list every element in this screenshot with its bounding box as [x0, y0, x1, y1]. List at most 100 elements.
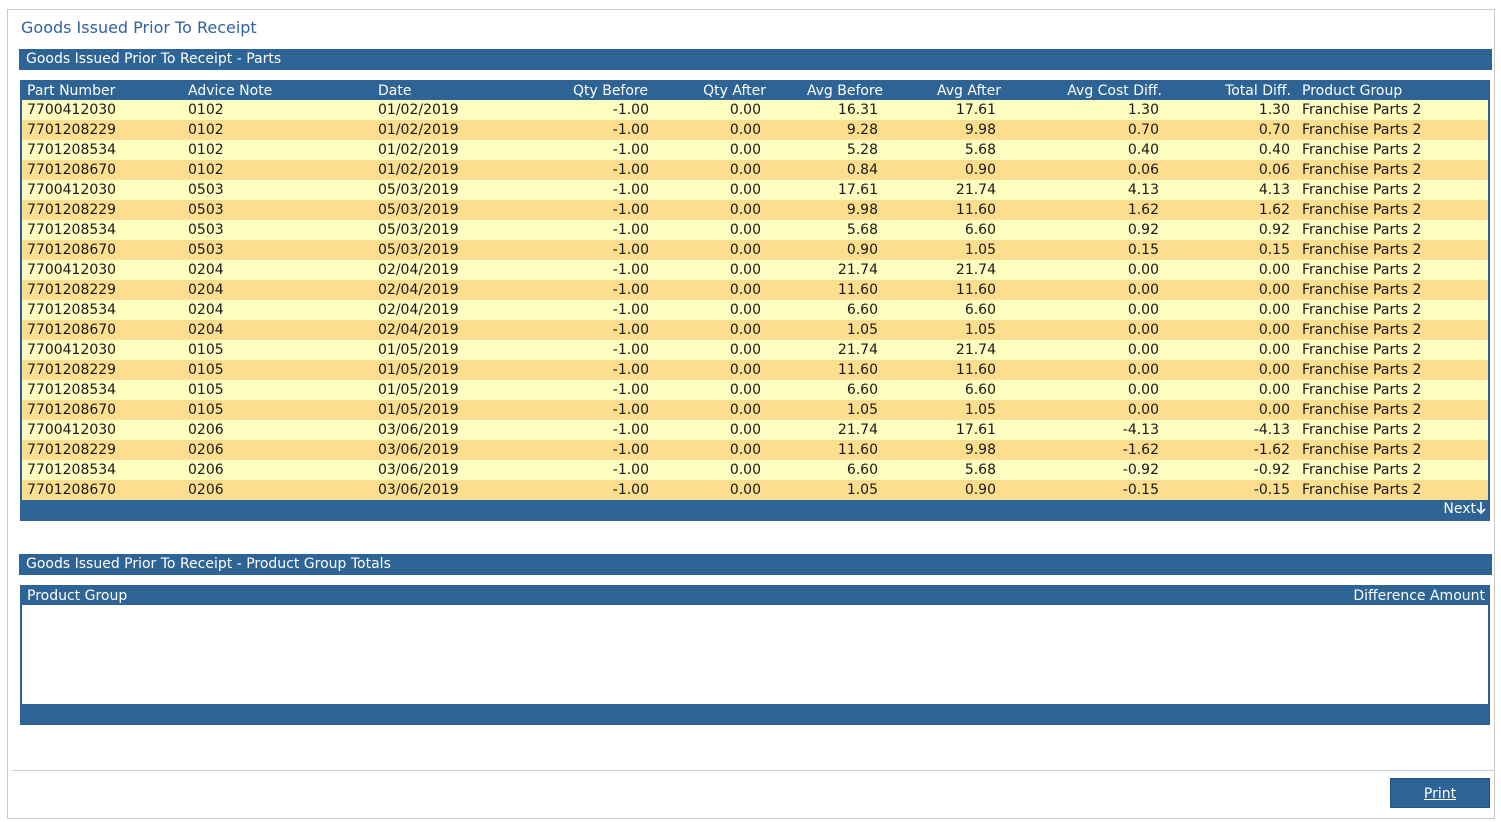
cell-date: 01/05/2019 [378, 382, 459, 398]
cell-total-diff: 1.30 [1258, 102, 1290, 118]
cell-avg-after: 11.60 [955, 362, 996, 378]
table-row[interactable]: 7701208534 0206 03/06/2019 -1.00 0.00 6.60 5.6… [22, 460, 1488, 480]
cell-product-group: Franchise Parts 2 [1302, 162, 1422, 178]
table-row[interactable]: 7701208670 0105 01/05/2019 -1.00 0.00 1.05 1.0… [22, 400, 1488, 420]
cell-advice-note: 0102 [188, 122, 224, 138]
table-row[interactable]: 7701208534 0102 01/02/2019 -1.00 0.00 5.28 5.6… [22, 140, 1488, 160]
cell-qty-after: 0.00 [729, 142, 761, 158]
column-header-qty-after[interactable]: Qty After [703, 82, 766, 100]
cell-part-number: 7701208534 [27, 382, 117, 398]
column-header-advice-note[interactable]: Advice Note [188, 82, 272, 100]
cell-qty-before: -1.00 [612, 142, 649, 158]
cell-avg-before: 6.60 [846, 302, 878, 318]
cell-avg-before: 1.05 [846, 482, 878, 498]
cell-avg-before: 9.98 [846, 202, 878, 218]
cell-qty-after: 0.00 [729, 262, 761, 278]
table-row[interactable]: 7701208229 0102 01/02/2019 -1.00 0.00 9.28 9.9… [22, 120, 1488, 140]
table-row[interactable]: 7701208670 0206 03/06/2019 -1.00 0.00 1.05 0.9… [22, 480, 1488, 500]
cell-product-group: Franchise Parts 2 [1302, 422, 1422, 438]
table-row[interactable]: 7700412030 0503 05/03/2019 -1.00 0.00 17.61 21… [22, 180, 1488, 200]
cell-qty-after: 0.00 [729, 442, 761, 458]
cell-qty-before: -1.00 [612, 342, 649, 358]
cell-avg-cost-diff: 0.00 [1127, 402, 1159, 418]
table-row[interactable]: 7701208670 0503 05/03/2019 -1.00 0.00 0.90 1.0… [22, 240, 1488, 260]
cell-product-group: Franchise Parts 2 [1302, 382, 1422, 398]
page-title: Goods Issued Prior To Receipt [21, 18, 257, 37]
cell-qty-after: 0.00 [729, 222, 761, 238]
cell-avg-cost-diff: 0.00 [1127, 382, 1159, 398]
table-row[interactable]: 7701208229 0503 05/03/2019 -1.00 0.00 9.98 11.… [22, 200, 1488, 220]
cell-avg-after: 9.98 [964, 122, 996, 138]
cell-product-group: Franchise Parts 2 [1302, 282, 1422, 298]
cell-avg-cost-diff: -0.92 [1122, 462, 1159, 478]
column-header-avg-before[interactable]: Avg Before [807, 82, 883, 100]
cell-product-group: Franchise Parts 2 [1302, 342, 1422, 358]
cell-total-diff: -0.92 [1253, 462, 1290, 478]
cell-total-diff: 0.92 [1258, 222, 1290, 238]
table-row[interactable]: 7701208534 0204 02/04/2019 -1.00 0.00 6.60 6.6… [22, 300, 1488, 320]
column-header-avg-cost-diff[interactable]: Avg Cost Diff. [1067, 82, 1162, 100]
table-row[interactable]: 7700412030 0204 02/04/2019 -1.00 0.00 21.74 21… [22, 260, 1488, 280]
cell-avg-cost-diff: 0.06 [1127, 162, 1159, 178]
cell-qty-after: 0.00 [729, 162, 761, 178]
parts-grid-footer: Next [22, 500, 1488, 519]
table-row[interactable]: 7701208229 0204 02/04/2019 -1.00 0.00 11.60 11… [22, 280, 1488, 300]
print-button[interactable]: Print [1390, 778, 1490, 808]
cell-advice-note: 0204 [188, 262, 224, 278]
table-row[interactable]: 7700412030 0102 01/02/2019 -1.00 0.00 16.31 17… [22, 100, 1488, 120]
cell-advice-note: 0204 [188, 322, 224, 338]
next-page-button[interactable]: Next [1443, 500, 1486, 519]
cell-advice-note: 0503 [188, 182, 224, 198]
cell-total-diff: -4.13 [1253, 422, 1290, 438]
cell-date: 01/02/2019 [378, 162, 459, 178]
cell-qty-before: -1.00 [612, 302, 649, 318]
cell-avg-cost-diff: 0.00 [1127, 322, 1159, 338]
cell-qty-after: 0.00 [729, 482, 761, 498]
cell-qty-before: -1.00 [612, 242, 649, 258]
cell-total-diff: 1.62 [1258, 202, 1290, 218]
cell-avg-cost-diff: 0.00 [1127, 362, 1159, 378]
cell-avg-cost-diff: 0.40 [1127, 142, 1159, 158]
cell-advice-note: 0206 [188, 482, 224, 498]
column-header-product-group[interactable]: Product Group [1302, 82, 1402, 100]
table-row[interactable]: 7701208229 0206 03/06/2019 -1.00 0.00 11.60 9.… [22, 440, 1488, 460]
cell-qty-before: -1.00 [612, 222, 649, 238]
column-header-difference-amount[interactable]: Difference Amount [1353, 587, 1485, 605]
cell-total-diff: 0.40 [1258, 142, 1290, 158]
cell-avg-before: 21.74 [837, 342, 878, 358]
column-header-total-diff[interactable]: Total Diff. [1225, 82, 1291, 100]
column-header-date[interactable]: Date [378, 82, 411, 100]
cell-avg-cost-diff: 0.70 [1127, 122, 1159, 138]
column-header-part-number[interactable]: Part Number [27, 82, 115, 100]
column-header-avg-after[interactable]: Avg After [937, 82, 1001, 100]
cell-avg-after: 21.74 [955, 182, 996, 198]
cell-date: 01/02/2019 [378, 142, 459, 158]
cell-total-diff: 0.70 [1258, 122, 1290, 138]
totals-grid-header: Product Group Difference Amount [22, 587, 1488, 605]
table-row[interactable]: 7700412030 0105 01/05/2019 -1.00 0.00 21.74 21… [22, 340, 1488, 360]
footer-divider [12, 770, 1494, 771]
table-row[interactable]: 7701208670 0102 01/02/2019 -1.00 0.00 0.84 0.9… [22, 160, 1488, 180]
table-row[interactable]: 7701208229 0105 01/05/2019 -1.00 0.00 11.60 11… [22, 360, 1488, 380]
cell-total-diff: 0.00 [1258, 382, 1290, 398]
cell-qty-before: -1.00 [612, 262, 649, 278]
column-header-product-group[interactable]: Product Group [27, 587, 127, 605]
cell-qty-before: -1.00 [612, 362, 649, 378]
cell-part-number: 7701208229 [27, 362, 117, 378]
cell-avg-before: 21.74 [837, 262, 878, 278]
cell-qty-after: 0.00 [729, 242, 761, 258]
column-header-qty-before[interactable]: Qty Before [573, 82, 648, 100]
cell-qty-after: 0.00 [729, 322, 761, 338]
cell-part-number: 7701208534 [27, 462, 117, 478]
table-row[interactable]: 7701208670 0204 02/04/2019 -1.00 0.00 1.05 1.0… [22, 320, 1488, 340]
table-row[interactable]: 7700412030 0206 03/06/2019 -1.00 0.00 21.74 17… [22, 420, 1488, 440]
cell-qty-after: 0.00 [729, 402, 761, 418]
cell-avg-after: 11.60 [955, 202, 996, 218]
cell-avg-before: 21.74 [837, 422, 878, 438]
cell-qty-before: -1.00 [612, 322, 649, 338]
cell-advice-note: 0105 [188, 402, 224, 418]
table-row[interactable]: 7701208534 0503 05/03/2019 -1.00 0.00 5.68 6.6… [22, 220, 1488, 240]
table-row[interactable]: 7701208534 0105 01/05/2019 -1.00 0.00 6.60 6.6… [22, 380, 1488, 400]
cell-qty-after: 0.00 [729, 462, 761, 478]
cell-date: 03/06/2019 [378, 482, 459, 498]
